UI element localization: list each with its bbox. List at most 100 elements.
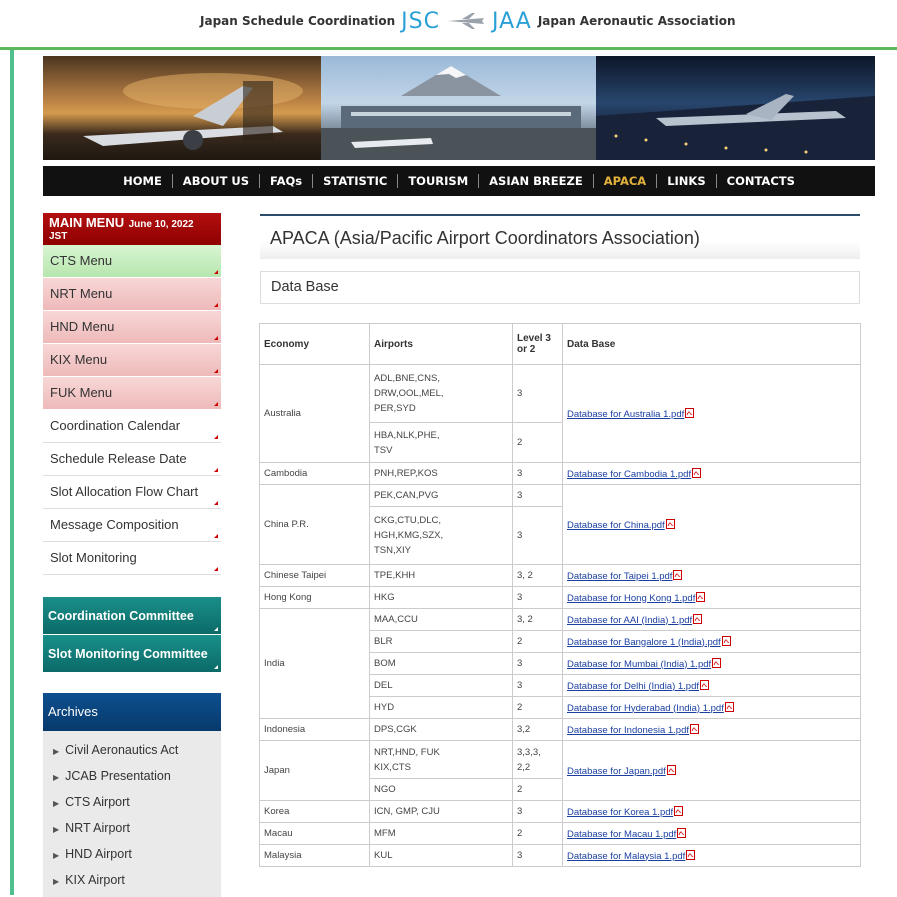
cell-level: 3,2 [512,718,563,741]
nav-statistic[interactable]: STATISTIC [313,174,399,188]
col-economy: Economy [259,323,370,365]
table-row: Korea ICN, GMP, CJU 3 Database for Korea 1.… [259,800,861,823]
database-pdf-link[interactable]: Database for Cambodia 1.pdf [567,469,691,480]
nav-home[interactable]: HOME [113,174,173,188]
database-pdf-link[interactable]: Database for Macau 1.pdf [567,829,676,840]
database-pdf-link[interactable]: Database for Australia 1.pdf [567,409,684,420]
database-pdf-link[interactable]: Database for AAI (India) 1.pdf [567,615,692,626]
cell-airports: HYD [369,696,513,719]
cell-database: Database for Delhi (India) 1.pdf [562,674,861,697]
table-row: Hong Kong HKG 3 Database for Hong Kong 1.pd… [259,586,861,609]
main-menu-date: June 10, 2022 [128,219,194,230]
site-header: Japan Schedule Coordination JSC JAA Japa… [0,0,897,44]
pdf-icon [691,467,702,480]
cell-airports: HKG [369,586,513,609]
cell-level: 2 [512,422,563,463]
cell-economy: Chinese Taipei [259,564,370,587]
archives-list: ▶ Civil Aeronautics Act ▶ JCAB Presentatio… [43,731,221,897]
pdf-icon [684,407,695,420]
nav-apaca[interactable]: APACA [594,174,658,188]
archive-civil-aeronautics-act[interactable]: ▶ Civil Aeronautics Act [43,737,221,763]
cell-airports: DPS,CGK [369,718,513,741]
coordination-committee-link[interactable]: Coordination Committee [43,597,221,635]
table-row: China P.R. PEK,CAN,PVG 3 Database for China… [259,484,861,565]
database-pdf-link[interactable]: Database for Taipei 1.pdf [567,571,672,582]
jaa-logo[interactable]: JAA [492,9,532,34]
bullet-icon: ▶ [53,825,60,834]
main-menu-header: MAIN MENU June 10, 2022 JST [43,213,221,245]
menu-hnd[interactable]: HND Menu [43,311,221,344]
jsc-logo[interactable]: JSC [401,9,440,34]
table-header-row: Economy Airports Level 3 or 2 Data Base [259,323,861,365]
table-row: Cambodia PNH,REP,KOS 3 Database for Cambodi… [259,462,861,485]
archive-hnd-airport[interactable]: ▶ HND Airport [43,841,221,867]
pdf-icon [685,849,696,862]
menu-message-composition[interactable]: Message Composition [43,509,221,542]
main-menu-title: MAIN MENU [49,215,125,230]
menu-cts[interactable]: CTS Menu [43,245,221,278]
cell-level: 3 [512,674,563,697]
jaa-full-name: Japan Aeronautic Association [537,14,736,28]
database-pdf-link[interactable]: Database for Japan.pdf [567,766,666,777]
cell-economy: Macau [259,822,370,845]
nav-asian-breeze[interactable]: ASIAN BREEZE [479,174,594,188]
cell-level: 3 [512,844,563,867]
cell-economy: India [259,608,370,719]
menu-nrt[interactable]: NRT Menu [43,278,221,311]
menu-fuk[interactable]: FUK Menu [43,377,221,410]
cell-airports: ADL,BNE,CNS, DRW,OOL,MEL, PER,SYD [369,364,513,423]
pdf-icon [689,723,700,736]
cell-database: Database for Cambodia 1.pdf [562,462,861,485]
nav-tourism[interactable]: TOURISM [398,174,480,188]
pdf-icon [672,569,683,582]
database-pdf-link[interactable]: Database for Delhi (India) 1.pdf [567,681,699,692]
nav-contacts[interactable]: CONTACTS [717,174,805,188]
archive-kix-airport[interactable]: ▶ KIX Airport [43,867,221,893]
database-pdf-link[interactable]: Database for Malaysia 1.pdf [567,851,685,862]
cell-level: 2 [512,778,563,801]
cell-level: 3, 2 [512,564,563,587]
cell-airports: BOM [369,652,513,675]
menu-coordination-calendar[interactable]: Coordination Calendar [43,410,221,443]
pdf-icon [695,591,706,604]
cell-economy: Hong Kong [259,586,370,609]
database-pdf-link[interactable]: Database for Indonesia 1.pdf [567,725,689,736]
bullet-icon: ▶ [53,877,60,886]
archive-label: NRT Airport [65,821,130,835]
nav-links[interactable]: LINKS [657,174,717,188]
cell-airports: ICN, GMP, CJU [369,800,513,823]
cell-database: Database for Australia 1.pdf [562,364,861,463]
archive-label: Civil Aeronautics Act [65,743,179,757]
cell-database: Database for Malaysia 1.pdf [562,844,861,867]
archive-nrt-airport[interactable]: ▶ NRT Airport [43,815,221,841]
cell-database: Database for Taipei 1.pdf [562,564,861,587]
cell-level: 3 [512,364,563,423]
database-pdf-link[interactable]: Database for Bangalore 1 (India).pdf [567,637,721,648]
menu-slot-monitoring[interactable]: Slot Monitoring [43,542,221,575]
cell-airports: PNH,REP,KOS [369,462,513,485]
archive-cts-airport[interactable]: ▶ CTS Airport [43,789,221,815]
cell-database: Database for Mumbai (India) 1.pdf [562,652,861,675]
nav-faqs[interactable]: FAQs [260,174,314,188]
database-pdf-link[interactable]: Database for Korea 1.pdf [567,807,673,818]
table-row: Macau MFM 2 Database for Macau 1.pdf [259,822,861,845]
cell-database: Database for AAI (India) 1.pdf [562,608,861,631]
database-pdf-link[interactable]: Database for Hyderabad (India) 1.pdf [567,703,724,714]
table-row: India MAA,CCU 3, 2 Database for AAI (India)… [259,608,861,719]
database-pdf-link[interactable]: Database for China.pdf [567,520,665,531]
cell-database: Database for China.pdf [562,484,861,565]
menu-slot-allocation-flow-chart[interactable]: Slot Allocation Flow Chart [43,476,221,509]
nav-about-us[interactable]: ABOUT US [173,174,261,188]
banner-plane-sunset [43,56,321,160]
menu-schedule-release-date[interactable]: Schedule Release Date [43,443,221,476]
archive-jcab-presentation[interactable]: ▶ JCAB Presentation [43,763,221,789]
cell-airports: NRT,HND, FUK KIX,CTS [369,740,513,779]
database-pdf-link[interactable]: Database for Mumbai (India) 1.pdf [567,659,711,670]
banner-images [43,56,875,160]
bullet-icon: ▶ [53,851,60,860]
slot-monitoring-committee-link[interactable]: Slot Monitoring Committee [43,635,221,673]
database-pdf-link[interactable]: Database for Hong Kong 1.pdf [567,593,695,604]
archive-label: HND Airport [65,847,132,861]
cell-airports: MAA,CCU [369,608,513,631]
menu-kix[interactable]: KIX Menu [43,344,221,377]
